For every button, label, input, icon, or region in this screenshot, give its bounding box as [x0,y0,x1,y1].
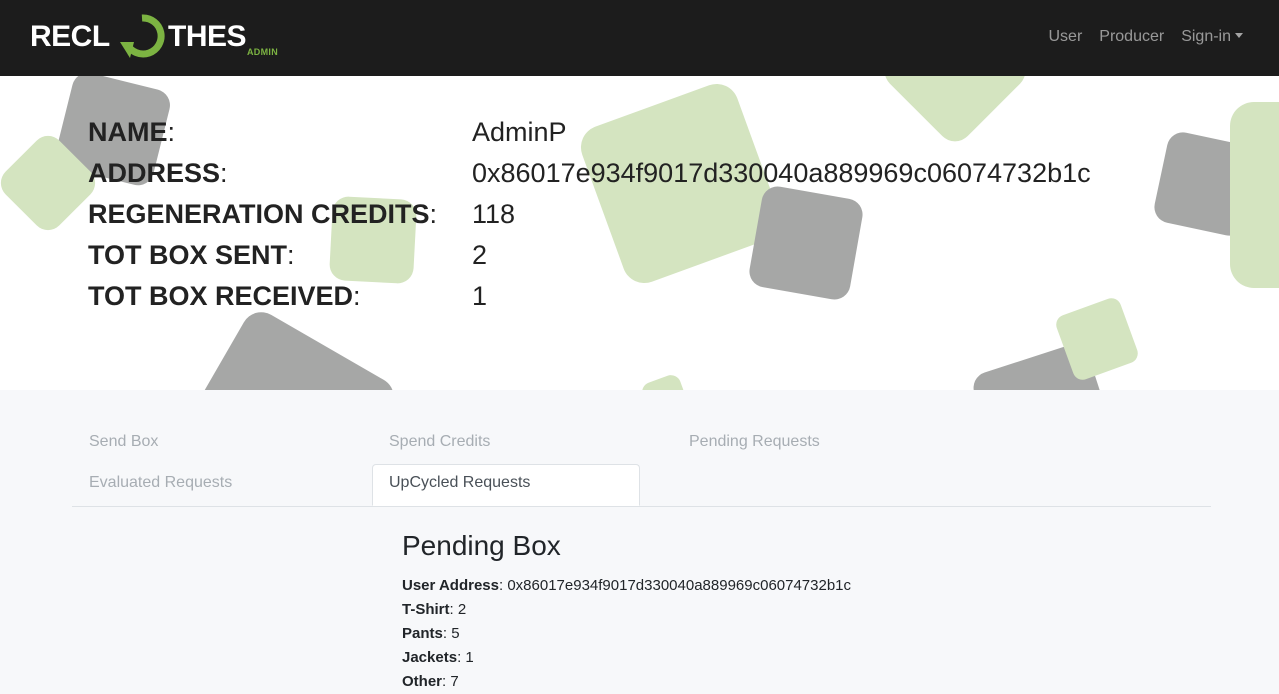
decor-square [746,183,866,303]
field-label: Jackets [402,649,458,666]
top-navbar: RECL THES ADMIN User Producer Sign-in [0,0,1279,76]
field-label: Pants [402,625,443,642]
profile-key: NAME: [88,117,176,147]
profile-value: 118 [472,199,516,229]
nav-signin-dropdown[interactable]: Sign-in [1181,26,1243,48]
tab-pending-requests[interactable]: Pending Requests [673,424,941,464]
tab-spend-credits[interactable]: Spend Credits [373,424,641,464]
profile-key: ADDRESS: [88,158,228,188]
profile-key-text: TOT BOX SENT [88,240,288,270]
profile-key-text: TOT BOX RECEIVED [88,281,354,311]
decor-square [1230,102,1279,288]
decor-square [168,304,402,390]
field-tshirt: T-Shirt: 2 [402,601,467,618]
tab-send-box[interactable]: Send Box [73,424,341,464]
caret-down-icon [1235,33,1243,38]
field-label: T-Shirt [402,601,450,618]
field-jackets: Jackets: 1 [402,649,474,666]
pending-box-panel: Pending Box User Address: 0x86017e934f90… [402,528,1102,694]
field-user-address: User Address: 0x86017e934f9017d330040a88… [402,577,852,594]
profile-key: TOT BOX RECEIVED: [88,281,361,311]
tab-evaluated-requests[interactable]: Evaluated Requests [73,465,341,505]
field-pants: Pants: 5 [402,625,460,642]
recycle-ring-icon [120,14,165,58]
field-label: Other [402,673,443,690]
profile-value: 1 [472,281,488,311]
profile-key-text: REGENERATION CREDITS [88,199,430,229]
profile-value: 2 [472,240,488,270]
field-value: 2 [457,601,467,618]
brand-logo[interactable]: RECL THES ADMIN [30,12,290,62]
field-other: Other: 7 [402,673,459,690]
decor-square [877,76,1033,149]
field-value: 1 [465,649,474,666]
brand-name-right: THES [168,20,247,53]
nav-signin-label: Sign-in [1181,28,1231,45]
tab-upcycled-requests[interactable]: UpCycled Requests [372,464,640,506]
nav-producer-link[interactable]: Producer [1099,26,1164,48]
field-value: 7 [450,673,459,690]
field-value: 0x86017e934f9017d330040a889969c06074732b… [507,577,852,594]
nav-links: User Producer Sign-in [1031,26,1243,48]
profile-value: 0x86017e934f9017d330040a889969c06074732b… [472,158,1091,188]
brand-sub-label: ADMIN [247,47,278,57]
profile-key: REGENERATION CREDITS: [88,199,438,229]
field-label: User Address [402,577,499,594]
profile-key-text: NAME [88,117,168,147]
nav-user-link[interactable]: User [1048,26,1082,48]
pending-box-title: Pending Box [402,530,561,561]
profile-value: AdminP [472,117,567,147]
field-value: 5 [451,625,460,642]
brand-name-left: RECL [30,20,110,53]
decor-square [639,372,691,390]
request-tabs: Send Box Spend Credits Pending Requests … [72,424,1211,507]
profile-hero: NAME: AdminP ADDRESS: 0x86017e934f9017d3… [0,76,1279,390]
profile-key: TOT BOX SENT: [88,240,295,270]
profile-key-text: ADDRESS [88,158,221,188]
